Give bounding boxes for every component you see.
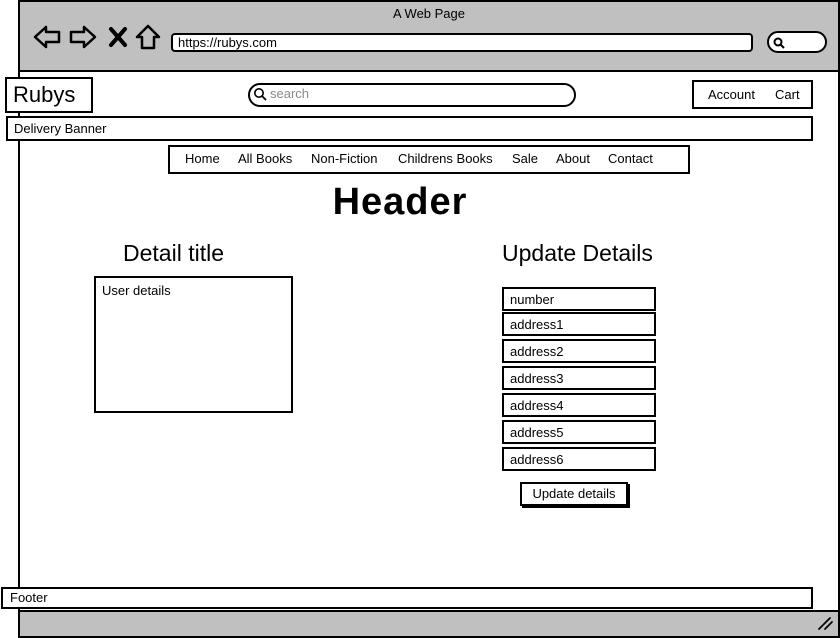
detail-title: Detail title (123, 240, 224, 266)
resize-grip-icon[interactable] (815, 614, 835, 632)
search-placeholder: search (270, 86, 310, 101)
search-icon (254, 88, 267, 101)
nav-item-about[interactable]: About (556, 151, 590, 166)
account-link[interactable]: Account (708, 87, 755, 102)
address2-field[interactable]: address2 (502, 339, 656, 363)
update-details-title: Update Details (502, 240, 653, 266)
browser-search-box[interactable] (767, 31, 827, 53)
address5-field[interactable]: address5 (502, 420, 656, 444)
address1-field[interactable]: address1 (502, 312, 656, 336)
nav-item-sale[interactable]: Sale (512, 151, 538, 166)
browser-status-bar (20, 610, 838, 636)
back-icon[interactable] (32, 22, 62, 52)
nav-item-all-books[interactable]: All Books (238, 151, 292, 166)
window-title: A Web Page (392, 6, 466, 21)
nav-item-home[interactable]: Home (185, 151, 220, 166)
number-field[interactable]: number (502, 287, 656, 311)
address-bar[interactable]: https://rubys.com (171, 33, 753, 52)
delivery-banner: Delivery Banner (6, 116, 813, 141)
search-icon (773, 37, 785, 49)
home-icon[interactable] (133, 22, 163, 52)
user-details-panel: User details (94, 276, 293, 413)
stop-icon[interactable] (104, 22, 134, 52)
forward-icon[interactable] (68, 22, 98, 52)
address3-field[interactable]: address3 (502, 366, 656, 390)
nav-item-non-fiction[interactable]: Non-Fiction (311, 151, 377, 166)
page-header: Header (332, 181, 468, 223)
update-details-button[interactable]: Update details (520, 482, 628, 506)
cart-link[interactable]: Cart (775, 87, 800, 102)
address4-field[interactable]: address4 (502, 393, 656, 417)
site-logo[interactable]: Rubys (5, 77, 93, 113)
address6-field[interactable]: address6 (502, 447, 656, 471)
footer: Footer (1, 587, 813, 609)
nav-item-contact[interactable]: Contact (608, 151, 653, 166)
nav-item-childrens-books[interactable]: Childrens Books (398, 151, 493, 166)
